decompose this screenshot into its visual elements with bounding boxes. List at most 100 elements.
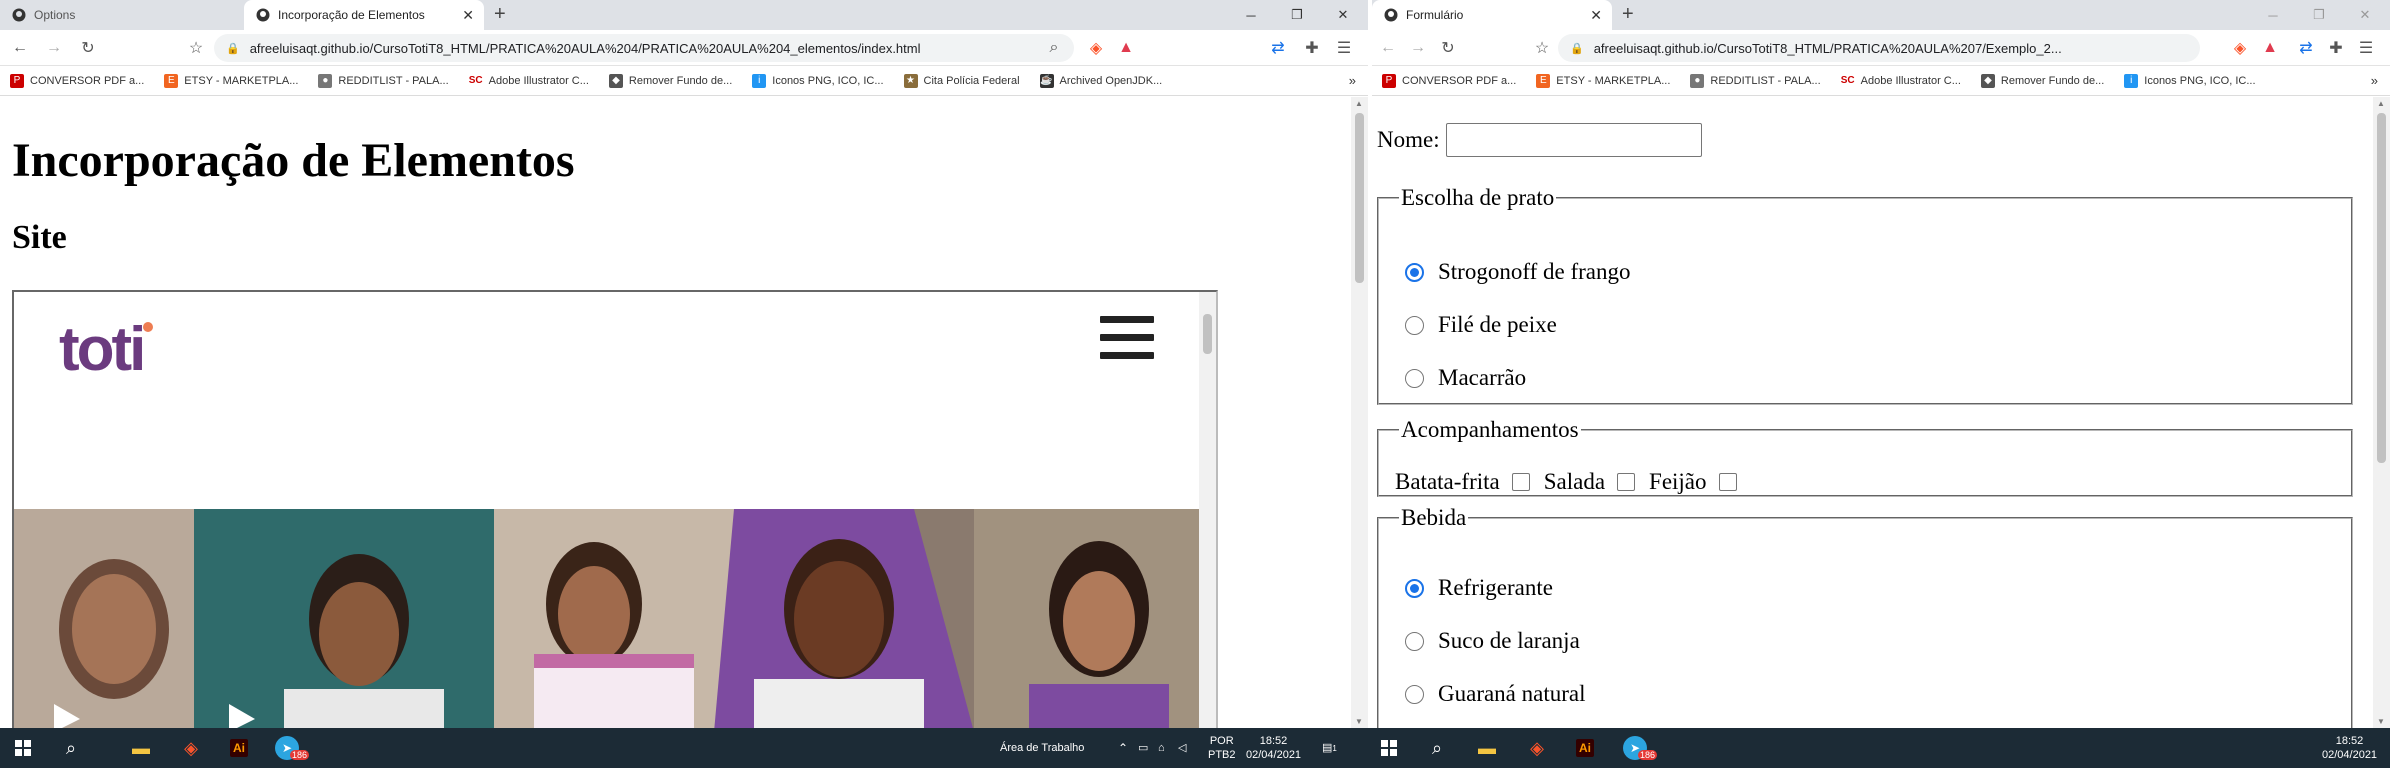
windows-start-icon[interactable]: [1366, 728, 1412, 768]
volume-icon[interactable]: ◁: [1178, 741, 1186, 755]
desktop-toolbar-label[interactable]: Área de Trabalho: [1000, 741, 1084, 755]
tab-formulario[interactable]: Formulário ✕: [1372, 0, 1612, 30]
close-icon[interactable]: ✕: [1590, 7, 1602, 24]
checkbox[interactable]: [1617, 473, 1636, 491]
reload-icon[interactable]: ↻: [78, 38, 98, 58]
brave-rewards-icon[interactable]: ▲: [1116, 38, 1136, 58]
clock[interactable]: 18:52 02/04/2021: [2322, 734, 2377, 762]
translate-icon[interactable]: ⇄: [2296, 38, 2316, 58]
bookmark-item[interactable]: ☕ Archived OpenJDK...: [1039, 73, 1162, 88]
bookmark-item[interactable]: ● REDDITLIST - PALA...: [1690, 73, 1821, 88]
menu-icon[interactable]: ☰: [2356, 38, 2376, 58]
page-scrollbar[interactable]: ▲ ▼: [2373, 97, 2390, 728]
browser-window-left: Options Incorporação de Elementos ✕ + ─ …: [0, 0, 1368, 728]
extensions-icon[interactable]: ✚: [2326, 38, 2346, 58]
bookmark-item[interactable]: SC Adobe Illustrator C...: [1840, 73, 1961, 88]
bookmark-item[interactable]: ● REDDITLIST - PALA...: [318, 73, 449, 88]
address-bar[interactable]: 🔒 afreeluisaqt.github.io/CursoTotiT8_HTM…: [1558, 34, 2200, 62]
zoom-icon[interactable]: ⌕: [1044, 38, 1064, 58]
file-explorer-icon[interactable]: ▬: [118, 728, 164, 768]
scroll-down-icon[interactable]: ▼: [2377, 717, 2385, 726]
minimize-icon[interactable]: ─: [2250, 0, 2296, 30]
file-explorer-icon[interactable]: ▬: [1464, 728, 1510, 768]
radio-button[interactable]: [1405, 631, 1424, 651]
page-title: Incorporação de Elementos: [12, 134, 575, 187]
scroll-down-icon[interactable]: ▼: [1355, 717, 1363, 726]
brave-rewards-icon[interactable]: ▲: [2260, 38, 2280, 58]
bookmark-icon[interactable]: ☆: [186, 38, 206, 58]
hamburger-menu-icon[interactable]: [1100, 316, 1154, 360]
radio-option[interactable]: Macarrão: [1405, 365, 1526, 391]
more-bookmarks-icon[interactable]: »: [2371, 73, 2378, 88]
back-icon[interactable]: ←: [1378, 38, 1398, 58]
radio-button[interactable]: [1405, 684, 1424, 704]
bookmark-item[interactable]: P CONVERSOR PDF a...: [10, 73, 144, 88]
illustrator-icon[interactable]: Ai: [216, 728, 262, 768]
brave-icon[interactable]: ◈: [1514, 728, 1560, 768]
bookmark-item[interactable]: ★ Cita Polícia Federal: [903, 73, 1020, 88]
brave-shield-icon[interactable]: ◈: [1086, 38, 1106, 58]
tray-chevron-icon[interactable]: ⌃: [1118, 741, 1128, 755]
clock[interactable]: 18:52 02/04/2021: [1246, 734, 1301, 762]
bookmark-item[interactable]: P CONVERSOR PDF a...: [1382, 73, 1516, 88]
nome-input[interactable]: [1445, 123, 1702, 157]
language-indicator[interactable]: POR PTB2: [1208, 734, 1236, 762]
radio-option[interactable]: Strogonoff de frango: [1405, 259, 1630, 285]
brave-shield-icon[interactable]: ◈: [2230, 38, 2250, 58]
checkbox[interactable]: [1718, 473, 1737, 491]
bookmark-item[interactable]: SC Adobe Illustrator C...: [468, 73, 589, 88]
bookmark-item[interactable]: ◆ Remover Fundo de...: [608, 73, 732, 88]
back-icon[interactable]: ←: [10, 38, 30, 58]
scroll-up-icon[interactable]: ▲: [1355, 99, 1363, 108]
more-bookmarks-icon[interactable]: »: [1349, 73, 1356, 88]
radio-option[interactable]: Suco de laranja: [1405, 628, 1580, 654]
new-tab-icon[interactable]: +: [494, 3, 506, 26]
bookmark-icon[interactable]: ☆: [1532, 38, 1552, 58]
radio-button[interactable]: [1405, 578, 1424, 598]
radio-button[interactable]: [1405, 368, 1424, 388]
close-icon[interactable]: ✕: [462, 7, 474, 24]
github-icon: [256, 8, 270, 22]
translate-icon[interactable]: ⇄: [1268, 38, 1288, 58]
extensions-icon[interactable]: ✚: [1302, 38, 1322, 58]
search-icon[interactable]: ⌕: [1414, 728, 1460, 768]
bookmark-item[interactable]: E ETSY - MARKETPLA...: [1536, 73, 1670, 88]
brave-icon[interactable]: ◈: [168, 728, 214, 768]
iframe-scrollbar[interactable]: [1199, 292, 1216, 728]
minimize-icon[interactable]: ─: [1228, 0, 1274, 30]
checkbox[interactable]: [1511, 473, 1530, 491]
radio-button[interactable]: [1405, 262, 1424, 282]
radio-option[interactable]: Filé de peixe: [1405, 312, 1557, 338]
page-scrollbar[interactable]: ▲ ▼: [1351, 97, 1368, 728]
radio-option[interactable]: Refrigerante: [1405, 575, 1553, 601]
forward-icon[interactable]: →: [44, 38, 64, 58]
bookmark-item[interactable]: i Iconos PNG, ICO, IC...: [752, 73, 884, 88]
menu-icon[interactable]: ☰: [1334, 38, 1354, 58]
bookmark-item[interactable]: i Iconos PNG, ICO, IC...: [2124, 73, 2256, 88]
embedded-site-iframe[interactable]: toti: [12, 290, 1218, 728]
radio-button[interactable]: [1405, 315, 1424, 335]
search-icon[interactable]: ⌕: [48, 728, 94, 768]
address-bar[interactable]: 🔒 afreeluisaqt.github.io/CursoTotiT8_HTM…: [214, 34, 1074, 62]
illustrator-icon[interactable]: Ai: [1562, 728, 1608, 768]
restore-icon[interactable]: ❐: [2296, 0, 2342, 30]
windows-start-icon[interactable]: [0, 728, 46, 768]
tab-incorporacao[interactable]: Incorporação de Elementos ✕: [244, 0, 484, 30]
telegram-icon[interactable]: ➤ 186: [264, 728, 310, 768]
tab-options[interactable]: Options: [0, 0, 240, 30]
bookmark-item[interactable]: ◆ Remover Fundo de...: [1980, 73, 2104, 88]
bookmark-item[interactable]: E ETSY - MARKETPLA...: [164, 73, 298, 88]
telegram-badge: 186: [290, 750, 310, 760]
close-window-icon[interactable]: ✕: [1320, 0, 1366, 30]
close-window-icon[interactable]: ✕: [2342, 0, 2388, 30]
radio-option[interactable]: Guaraná natural: [1405, 681, 1586, 707]
reload-icon[interactable]: ↻: [1438, 38, 1458, 58]
scroll-thumb[interactable]: [2377, 113, 2386, 463]
scroll-thumb[interactable]: [1355, 113, 1364, 283]
new-tab-icon[interactable]: +: [1622, 3, 1634, 26]
telegram-icon[interactable]: ➤ 186: [1612, 728, 1658, 768]
notification-icon[interactable]: ▤1: [1322, 741, 1337, 756]
scroll-up-icon[interactable]: ▲: [2377, 99, 2385, 108]
forward-icon[interactable]: →: [1408, 38, 1428, 58]
restore-icon[interactable]: ❐: [1274, 0, 1320, 30]
